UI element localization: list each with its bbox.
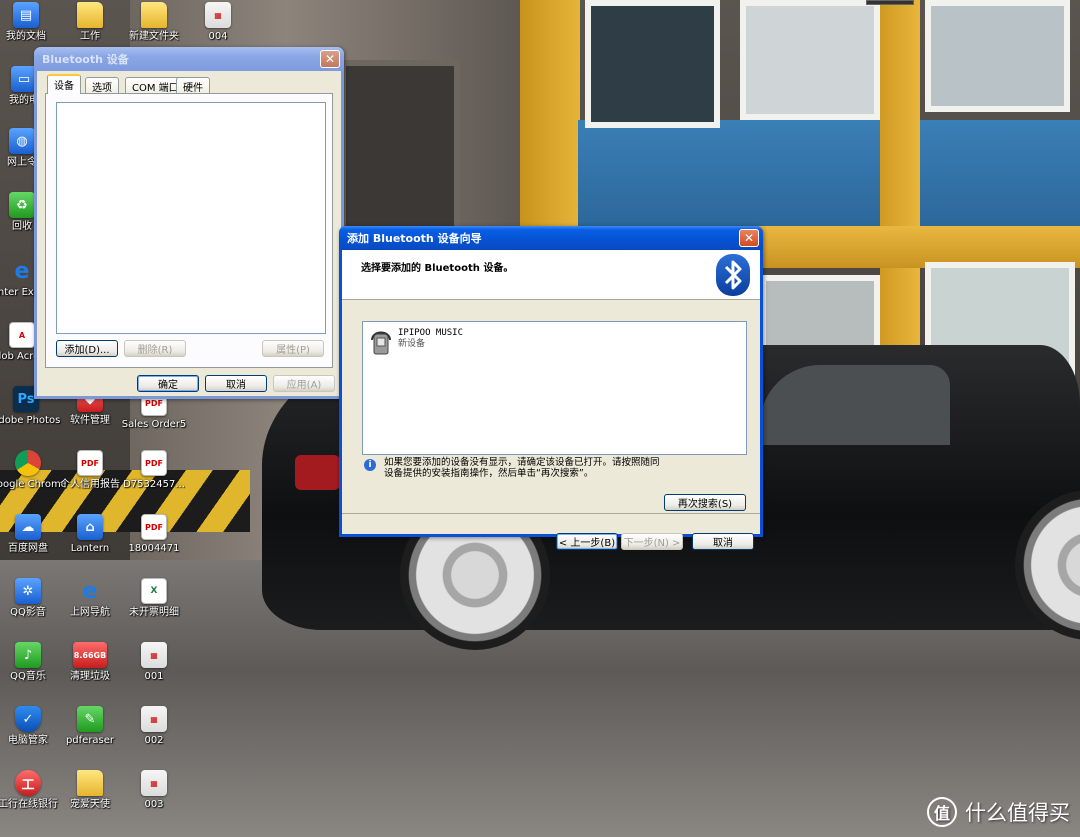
back-button[interactable]: < 上一步(B) bbox=[556, 533, 618, 550]
watermark-text: 什么值得买 bbox=[965, 801, 1070, 825]
recycle-bin-icon: ♻ bbox=[9, 192, 35, 218]
document-icon: ▦ bbox=[141, 706, 167, 732]
chrome-icon bbox=[15, 450, 41, 476]
desktop-icon-18004471[interactable]: PDF 18004471 bbox=[122, 514, 186, 554]
cleanup-icon: 8.66GB bbox=[73, 642, 107, 668]
wizard-body: 选择要添加的 Bluetooth 设备。 IPIPOO MUSIC 新设备 i … bbox=[342, 250, 760, 550]
bluetooth-devices-window[interactable]: Bluetooth 设备 ✕ 设备 选项 COM 端口 硬件 添加(D)... … bbox=[34, 47, 344, 399]
baidu-netdisk-icon: ☁ bbox=[15, 514, 41, 540]
close-button[interactable]: ✕ bbox=[739, 229, 759, 247]
document-icon: ▦ bbox=[205, 2, 231, 28]
desktop-icon-cleanup[interactable]: 8.66GB 清理垃圾 bbox=[58, 642, 122, 682]
tab-devices[interactable]: 设备 bbox=[47, 74, 81, 94]
pdf-icon: PDF bbox=[77, 450, 103, 476]
desktop-icon-004[interactable]: ▦ 004 bbox=[186, 2, 250, 42]
ie-icon: e bbox=[14, 258, 30, 284]
document-icon: ▦ bbox=[141, 642, 167, 668]
close-icon: ✕ bbox=[743, 231, 755, 245]
qq-player-icon: ✲ bbox=[15, 578, 41, 604]
ok-button[interactable]: 确定 bbox=[137, 375, 199, 392]
device-status: 新设备 bbox=[398, 339, 426, 349]
apply-button[interactable]: 应用(A) bbox=[273, 375, 335, 392]
desktop-icon-003[interactable]: ▦ 003 bbox=[122, 770, 186, 810]
info-icon: i bbox=[364, 459, 376, 471]
acrobat-icon: A bbox=[9, 322, 35, 348]
document-icon: ▦ bbox=[141, 770, 167, 796]
desktop-icon-pdferaser[interactable]: ✎ pdferaser bbox=[58, 706, 122, 746]
excel-icon: X bbox=[141, 578, 167, 604]
properties-button[interactable]: 属性(P) bbox=[262, 340, 324, 357]
add-bluetooth-device-wizard[interactable]: 添加 Bluetooth 设备向导 ✕ 选择要添加的 Bluetooth 设备。 bbox=[339, 226, 763, 550]
desktop-icon-lantern[interactable]: ⌂ Lantern bbox=[58, 514, 122, 554]
wizard-titlebar[interactable]: 添加 Bluetooth 设备向导 ✕ bbox=[339, 226, 763, 250]
desktop-icon-my-documents[interactable]: ▤ 我的文档 bbox=[0, 2, 58, 42]
add-device-button[interactable]: 添加(D)... bbox=[56, 340, 118, 357]
desktop-icon-qq-music[interactable]: ♪ QQ音乐 bbox=[0, 642, 60, 682]
pdf-icon: PDF bbox=[141, 450, 167, 476]
pdferaser-icon: ✎ bbox=[77, 706, 103, 732]
close-icon: ✕ bbox=[324, 52, 336, 66]
bluetooth-icon bbox=[716, 254, 750, 296]
headset-device-icon bbox=[369, 328, 393, 356]
desktop-icon-web-navigation[interactable]: e 上网导航 bbox=[58, 578, 122, 619]
zhide-logo-icon: 值 bbox=[927, 797, 957, 827]
device-list[interactable]: IPIPOO MUSIC 新设备 bbox=[362, 321, 747, 455]
desktop-icon-pet-angel[interactable]: 宠爱天使 bbox=[58, 770, 122, 810]
tab-hardware[interactable]: 硬件 bbox=[176, 77, 210, 94]
pdf-icon: PDF bbox=[141, 514, 167, 540]
tab-options[interactable]: 选项 bbox=[85, 77, 119, 94]
icbc-icon: 工 bbox=[15, 770, 41, 796]
desktop-icon-pc-manager[interactable]: ✓ 电脑管家 bbox=[0, 706, 60, 746]
cancel-button[interactable]: 取消 bbox=[205, 375, 267, 392]
wizard-header: 选择要添加的 Bluetooth 设备。 bbox=[342, 250, 760, 300]
devices-tab-panel: 添加(D)... 删除(R) 属性(P) bbox=[45, 93, 333, 368]
my-documents-icon: ▤ bbox=[13, 2, 39, 28]
desktop-icon-qq-player[interactable]: ✲ QQ影音 bbox=[0, 578, 60, 618]
tray-fragment bbox=[866, 0, 914, 5]
network-icon: ◍ bbox=[9, 128, 35, 154]
bluetooth-devices-titlebar[interactable]: Bluetooth 设备 ✕ bbox=[34, 47, 344, 71]
qq-music-icon: ♪ bbox=[15, 642, 41, 668]
window-title: Bluetooth 设备 bbox=[42, 53, 129, 66]
wizard-separator bbox=[342, 513, 760, 514]
desktop-icon-icbc[interactable]: 工 工行在线银行 bbox=[0, 770, 60, 810]
pc-manager-icon: ✓ bbox=[15, 706, 41, 732]
search-again-button[interactable]: 再次搜索(S) bbox=[664, 494, 746, 511]
watermark: 值 什么值得买 bbox=[927, 797, 1070, 827]
list-item[interactable]: IPIPOO MUSIC 新设备 bbox=[369, 328, 463, 356]
desktop-icon-001[interactable]: ▦ 001 bbox=[122, 642, 186, 682]
device-listbox[interactable] bbox=[56, 102, 326, 334]
next-button[interactable]: 下一步(N) > bbox=[621, 533, 683, 550]
close-button[interactable]: ✕ bbox=[320, 50, 340, 68]
info-text: 如果您要添加的设备没有显示，请确定该设备已打开。请按照随同设备提供的安装指南操作… bbox=[384, 457, 660, 479]
device-name: IPIPOO MUSIC bbox=[398, 328, 464, 338]
desktop-icon-002[interactable]: ▦ 002 bbox=[122, 706, 186, 746]
desktop-icon-credit-report[interactable]: PDF 个人信用报告 bbox=[58, 450, 122, 490]
cleanup-badge: 8.66GB bbox=[73, 650, 107, 660]
wizard-title: 添加 Bluetooth 设备向导 bbox=[347, 232, 482, 245]
ie-icon: e bbox=[82, 578, 98, 604]
folder-icon bbox=[77, 2, 103, 28]
desktop-icon-invoice-details[interactable]: X 未开票明细 bbox=[122, 578, 186, 618]
remove-device-button[interactable]: 删除(R) bbox=[124, 340, 186, 357]
desktop-icon-new-folder[interactable]: 新建文件夹 bbox=[122, 2, 186, 42]
desktop-icon-baidu-netdisk[interactable]: ☁ 百度网盘 bbox=[0, 514, 60, 554]
cancel-button[interactable]: 取消 bbox=[692, 533, 754, 550]
desktop-icon-chrome[interactable]: Google Chrome bbox=[0, 450, 67, 490]
desktop-icon-work[interactable]: 工作 bbox=[58, 2, 122, 42]
folder-icon bbox=[77, 770, 103, 796]
desktop-icon-d7532457[interactable]: PDF D7532457... bbox=[122, 450, 186, 490]
folder-icon bbox=[141, 2, 167, 28]
wizard-heading: 选择要添加的 Bluetooth 设备。 bbox=[361, 263, 514, 274]
lantern-icon: ⌂ bbox=[77, 514, 103, 540]
